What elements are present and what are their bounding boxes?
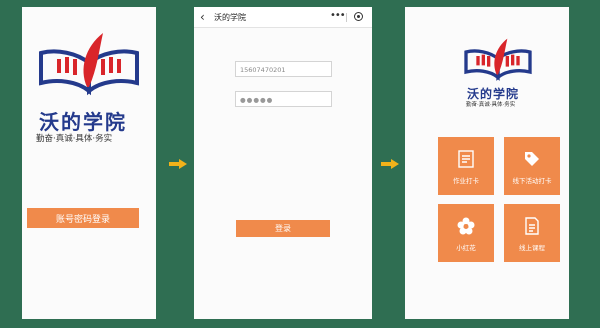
logo-icon xyxy=(39,33,139,96)
arrow-right-icon xyxy=(169,159,187,169)
phone-screen-home: 沃的学院 勤奋·真诚·具体·务实 作业打卡 线下活动打卡 小红花 线上课程 xyxy=(405,7,569,319)
password-input[interactable]: ●●●●● xyxy=(235,91,332,107)
phone-screen-splash: 沃的学院 勤奋·真诚·具体·务实 账号密码登录 xyxy=(22,7,156,319)
flower-icon xyxy=(457,217,475,235)
brand-title: 沃的学院 xyxy=(39,110,127,134)
nav-bar: ‹ 沃的学院 ••• xyxy=(194,7,372,28)
brand-slogan: 勤奋·真诚·具体·务实 xyxy=(466,102,516,108)
tile-online-course[interactable]: 线上课程 xyxy=(504,204,560,262)
arrow-right-icon xyxy=(381,159,399,169)
close-icon[interactable] xyxy=(354,12,363,21)
back-icon[interactable]: ‹ xyxy=(200,10,205,24)
nav-title: 沃的学院 xyxy=(214,13,246,22)
tile-offline-activity[interactable]: 线下活动打卡 xyxy=(504,137,560,195)
nav-divider xyxy=(346,13,347,22)
login-button[interactable]: 登录 xyxy=(236,220,330,237)
phone-input[interactable]: 15607470201 xyxy=(235,61,332,77)
tile-label: 小红花 xyxy=(456,244,476,252)
account-login-button[interactable]: 账号密码登录 xyxy=(27,208,139,228)
tag-icon xyxy=(525,152,539,166)
tile-homework-checkin[interactable]: 作业打卡 xyxy=(438,137,494,195)
brand-slogan: 勤奋·真诚·具体·务实 xyxy=(36,134,113,144)
more-icon[interactable]: ••• xyxy=(330,10,346,21)
phone-screen-login: ‹ 沃的学院 ••• 15607470201 ●●●●● 登录 xyxy=(194,7,372,319)
tile-little-red-flower[interactable]: 小红花 xyxy=(438,204,494,262)
tile-label: 作业打卡 xyxy=(453,177,479,185)
tile-label: 线下活动打卡 xyxy=(512,177,552,185)
document-icon xyxy=(525,217,539,235)
clipboard-icon xyxy=(458,150,474,168)
logo-icon xyxy=(464,38,532,81)
tile-label: 线上课程 xyxy=(519,244,545,252)
